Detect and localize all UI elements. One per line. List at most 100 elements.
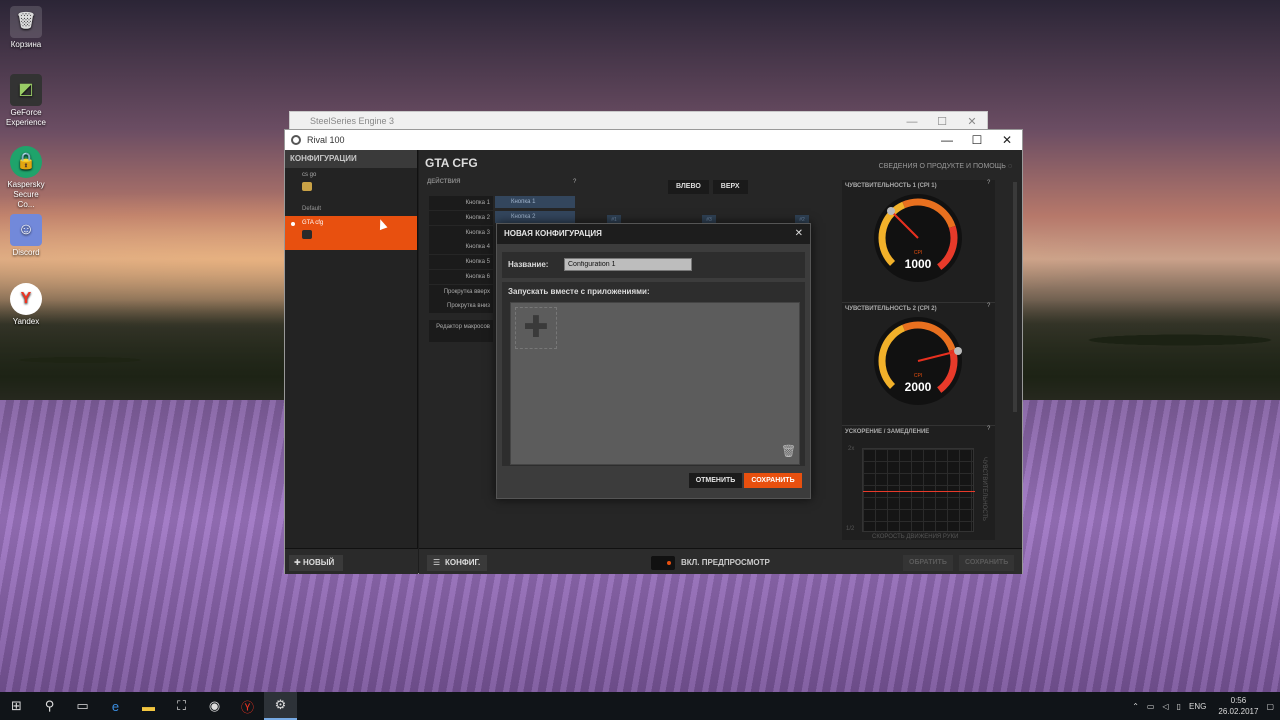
maximize-icon[interactable]: ☐ [962, 130, 992, 150]
help-icon[interactable]: ? [987, 180, 990, 186]
task-view-button[interactable]: ▭ [66, 692, 99, 720]
config-item-default[interactable]: Default [285, 202, 417, 216]
product-info-link[interactable]: СВЕДЕНИЯ О ПРОДУКТЕ И ПОМОЩЬ ◌ [879, 163, 1012, 170]
close-icon[interactable]: ✕ [795, 224, 803, 244]
window-title: SteelSeries Engine 3 [310, 116, 395, 126]
acceleration-curve [863, 491, 975, 492]
new-config-button[interactable]: ✚ НОВЫЙ [289, 555, 343, 571]
help-icon[interactable]: ? [573, 179, 576, 185]
close-icon[interactable]: ✕ [992, 130, 1022, 150]
action-button-2[interactable]: Кнопка 2 [429, 211, 493, 225]
taskbar-steelseries[interactable]: ⚙ [264, 692, 297, 720]
view-top-button[interactable]: ВЕРХ [712, 180, 748, 194]
config-sidebar: КОНФИГУРАЦИИ cs go Default GTA cfg ✚ НОВ… [285, 150, 418, 574]
desktop-icon-label: GeForce Experience [5, 108, 47, 127]
preview-label: ВКЛ. ПРЕДПРОСМОТР [681, 558, 770, 567]
desktop-icon-yandex[interactable]: Y Yandex [4, 283, 48, 327]
toggle-indicator [667, 560, 671, 565]
config-title: GTA CFG [425, 156, 478, 170]
toggle-switch[interactable] [651, 555, 675, 570]
folder-icon: ▬ [142, 698, 155, 714]
help-icon: ◌ [1007, 163, 1012, 170]
title-bar[interactable]: Rival 100 — ☐ ✕ [285, 130, 1022, 150]
action-scroll-up[interactable]: Прокрутка вверх [429, 285, 493, 299]
accel-bottom-tick: 1/2 [846, 526, 855, 532]
cancel-button[interactable]: ОТМЕНИТЬ [689, 473, 742, 488]
search-button[interactable]: ⚲ [33, 692, 66, 720]
network-icon[interactable]: ▭ [1147, 702, 1155, 711]
save-config-button[interactable]: СОХРАНИТЬ [959, 555, 1015, 571]
new-config-dialog: НОВАЯ КОНФИГУРАЦИЯ ✕ Название: Запускать… [496, 223, 811, 499]
taskbar-explorer[interactable]: ▬ [132, 692, 165, 720]
desktop-icon-recycle-bin[interactable]: 🗑 Корзина [4, 6, 48, 50]
steelseries-logo-icon [291, 135, 301, 145]
taskbar-yandex[interactable]: Ⓨ [231, 692, 264, 720]
store-icon: ⛶ [176, 698, 187, 713]
accel-x-label: СКОРОСТЬ ДВИЖЕНИЯ РУКИ [872, 534, 959, 540]
config-item-gta[interactable]: GTA cfg [285, 216, 417, 250]
volume-icon[interactable]: ◁ [1162, 702, 1168, 711]
clock[interactable]: 0:56 26.02.2017 [1218, 695, 1258, 717]
accel-y-label: ЧУВСТВИТЕЛЬНОСТЬ [981, 456, 988, 522]
dialog-title: НОВАЯ КОНФИГУРАЦИЯ [504, 229, 602, 238]
tray-up-icon[interactable]: ⌃ [1132, 702, 1139, 711]
action-button-5[interactable]: Кнопка 5 [429, 255, 493, 269]
help-icon[interactable]: ? [987, 426, 990, 432]
start-button[interactable]: ⊞ [0, 692, 33, 720]
view-toggle: ВЛЕВО ВЕРХ [668, 180, 752, 194]
action-button-4[interactable]: Кнопка 4 [429, 240, 493, 254]
desktop-icon-discord[interactable]: ☺ Discord [4, 214, 48, 258]
cpi-1-value: 1000 [904, 257, 932, 271]
linked-apps-area[interactable]: ✚ 🗑 [510, 302, 800, 465]
trash-icon[interactable]: 🗑 [781, 444, 796, 460]
sensitivity-panel: ЧУВСТВИТЕЛЬНОСТЬ 1 (CPI 1) ? CPI 1000 ЧУ… [842, 180, 995, 540]
yandex-icon: Y [10, 283, 42, 315]
taskbar-store[interactable]: ⛶ [165, 692, 198, 720]
action-macro-editor[interactable]: Редактор макросов [429, 320, 493, 342]
add-app-button[interactable]: ✚ [515, 307, 557, 349]
actions-header: ДЕЙСТВИЯ [427, 179, 461, 185]
taskbar: ⊞ ⚲ ▭ e ▬ ⛶ ◉ Ⓨ ⚙ ⌃ ▭ ◁ ▯ ENG 0:56 26.02… [0, 692, 1280, 720]
language-indicator[interactable]: ENG [1189, 702, 1206, 711]
assigned-button-1[interactable]: Кнопка 1 [495, 196, 575, 208]
dialog-footer: ОТМЕНИТЬ СОХРАНИТЬ [497, 466, 810, 498]
kaspersky-icon: 🔒 [10, 146, 42, 178]
cpi-2-label: CPI [913, 373, 923, 379]
right-panel-scrollbar[interactable] [1013, 182, 1017, 412]
sensitivity-1-section: ЧУВСТВИТЕЛЬНОСТЬ 1 (CPI 1) ? CPI 1000 [842, 180, 995, 282]
new-config-label: НОВЫЙ [302, 558, 335, 567]
action-button-3[interactable]: Кнопка 3 [429, 226, 493, 240]
config-name: cs go [302, 172, 317, 178]
dialog-header: НОВАЯ КОНФИГУРАЦИЯ ✕ [497, 224, 810, 244]
name-label: Название: [508, 260, 549, 269]
battery-icon[interactable]: ▯ [1177, 702, 1181, 711]
edge-icon: e [111, 698, 120, 714]
section-title: ЧУВСТВИТЕЛЬНОСТЬ 1 (CPI 1) [845, 183, 937, 189]
view-left-button[interactable]: ВЛЕВО [668, 180, 709, 194]
config-menu-button[interactable]: ☰ КОНФИГ. [427, 555, 487, 571]
revert-button[interactable]: ОБРАТИТЬ [903, 555, 953, 571]
action-button-1[interactable]: Кнопка 1 [429, 196, 493, 210]
config-item-cs-go[interactable]: cs go [285, 168, 417, 202]
taskbar-edge[interactable]: e [99, 692, 132, 720]
assigned-button-2[interactable]: Кнопка 2 [495, 211, 575, 223]
discord-icon: ☺ [10, 214, 42, 246]
desktop-icon-geforce[interactable]: ◩ GeForce Experience [4, 74, 48, 128]
action-scroll-down[interactable]: Прокрутка вниз [429, 299, 493, 313]
save-button[interactable]: СОХРАНИТЬ [744, 473, 802, 488]
steelseries-engine-window[interactable]: SteelSeries Engine 3 — ☐ ✕ [289, 111, 988, 131]
config-name-input[interactable] [564, 258, 692, 271]
sidebar-footer: ✚ НОВЫЙ [285, 548, 418, 574]
notifications-icon[interactable]: ▢ [1266, 702, 1274, 711]
sensitivity-2-section: ЧУВСТВИТЕЛЬНОСТЬ 2 (CPI 2) ? CPI 2000 [842, 302, 995, 405]
desktop-icon-kaspersky[interactable]: 🔒 Kaspersky Secure Co... [4, 146, 48, 210]
acceleration-graph[interactable] [862, 448, 975, 532]
apps-label: Запускать вместе с приложениями: [508, 287, 650, 296]
live-preview-toggle[interactable]: ВКЛ. ПРЕДПРОСМОТР [651, 555, 770, 571]
clock-date: 26.02.2017 [1218, 707, 1259, 716]
minimize-icon[interactable]: — [932, 130, 962, 150]
help-icon[interactable]: ? [987, 303, 990, 309]
action-button-6[interactable]: Кнопка 6 [429, 270, 493, 284]
cpi-2-value: 2000 [904, 380, 932, 394]
taskbar-steam[interactable]: ◉ [198, 692, 231, 720]
